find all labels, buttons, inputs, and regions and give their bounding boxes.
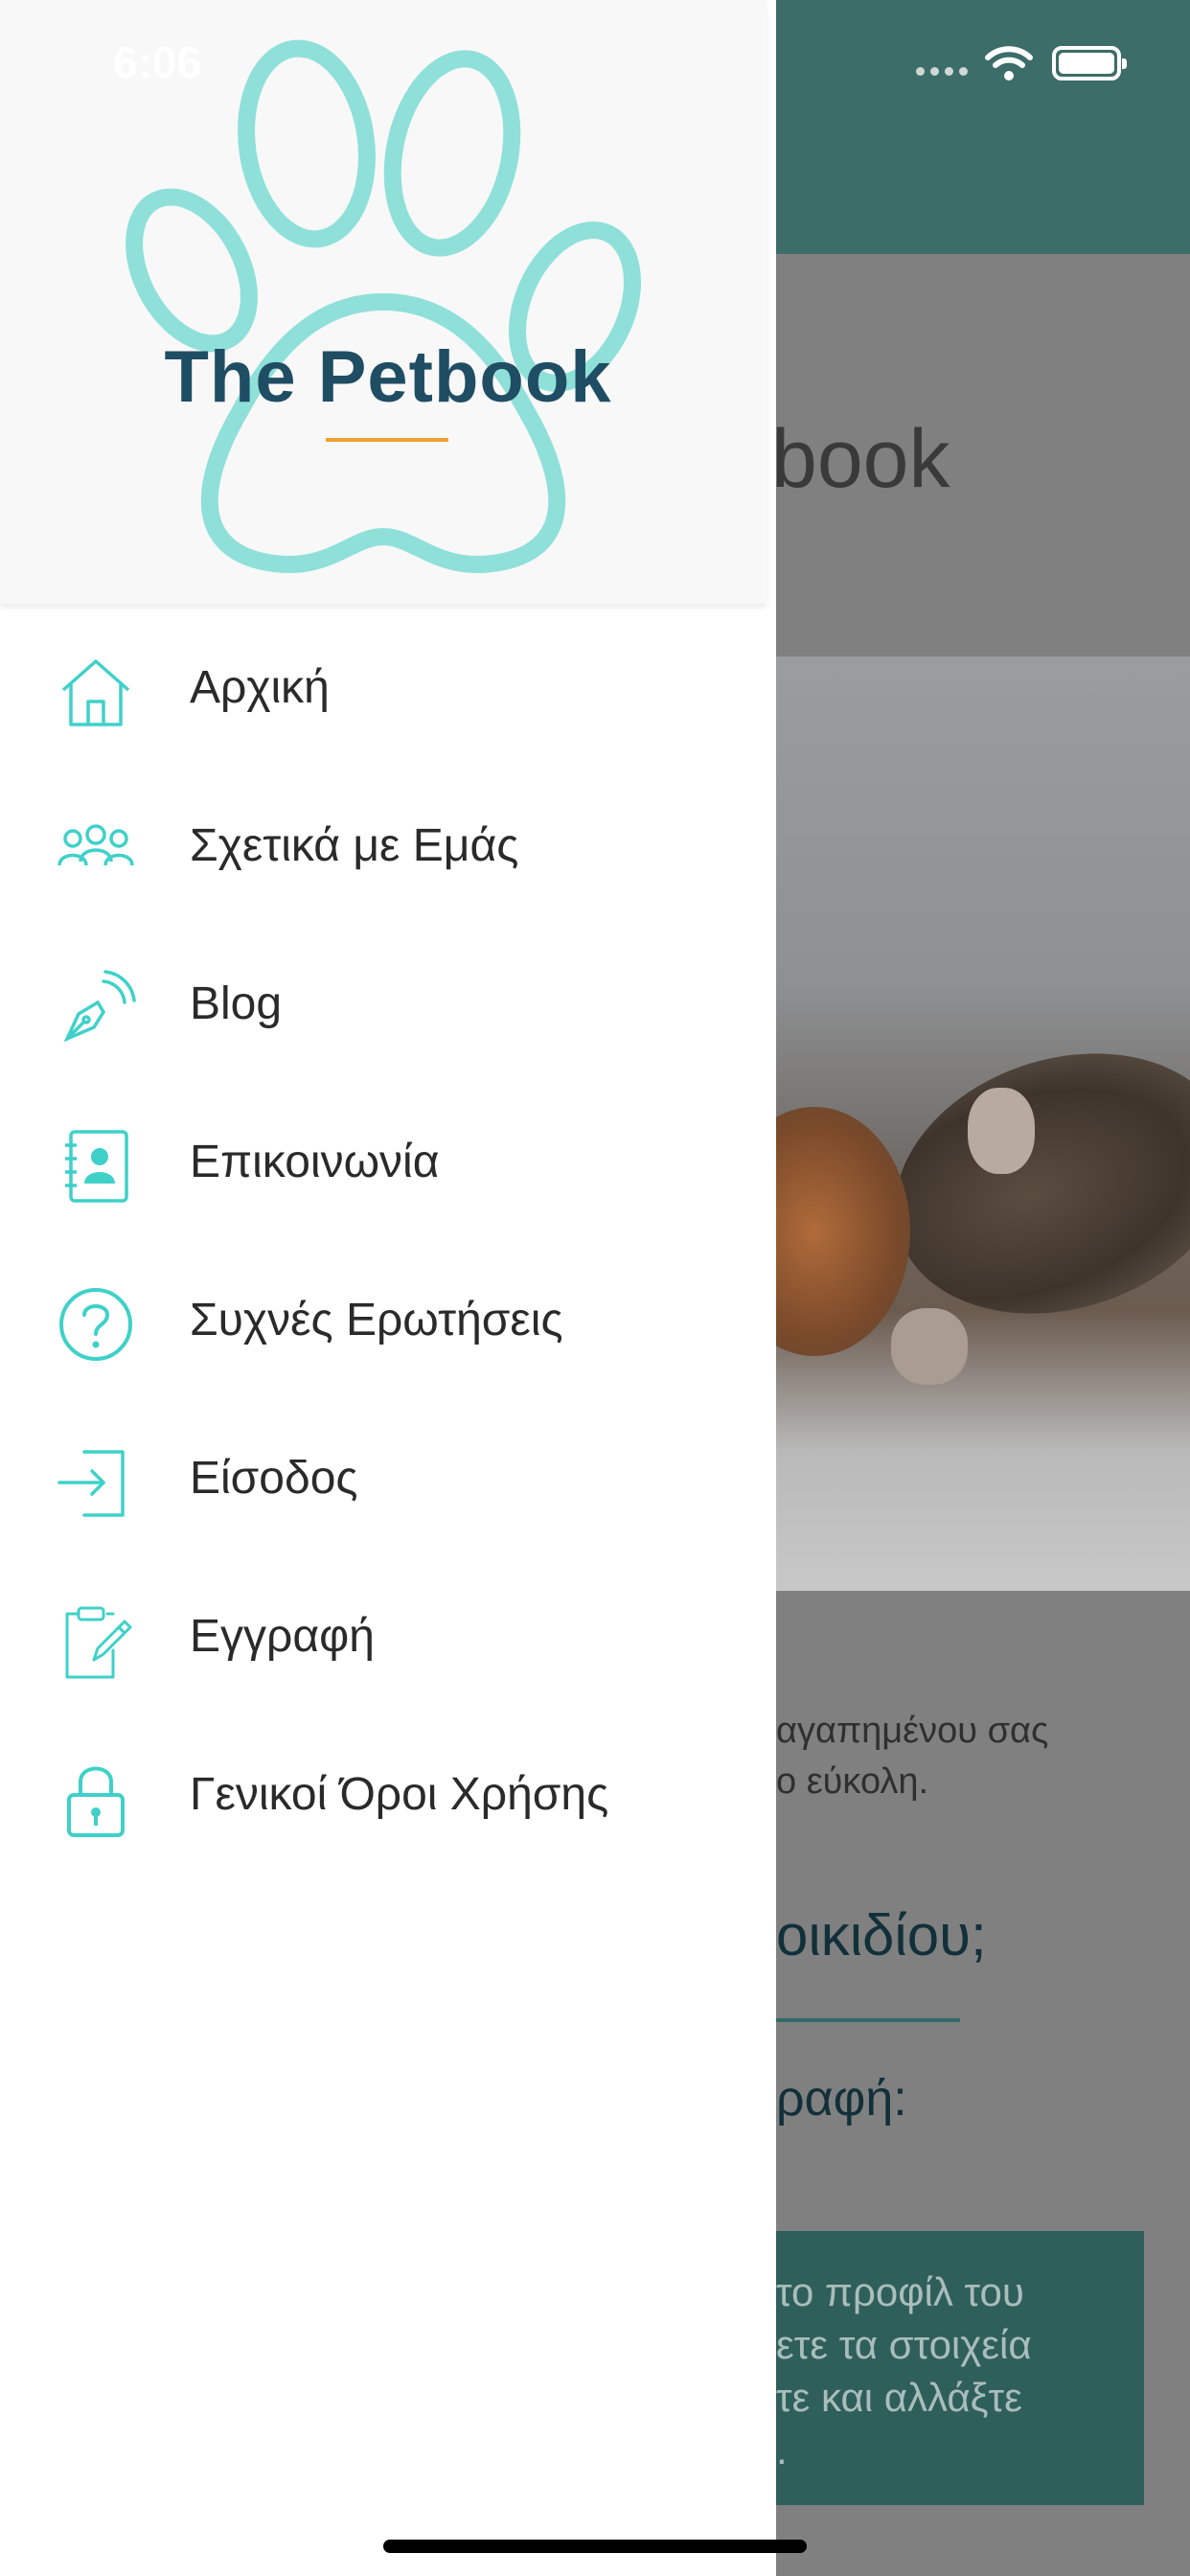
cat-photo: [776, 656, 1190, 1591]
menu-item-label: Είσοδος: [190, 1453, 358, 1504]
menu-item-label: Γενικοί Όροι Χρήσης: [190, 1769, 609, 1820]
brand-underline: [326, 438, 448, 442]
drawer-menu: Αρχική Σχετικά με Εμάς Blog Επικοινωνία …: [0, 613, 776, 1878]
menu-item-label: Συχνές Ερωτήσεις: [190, 1295, 563, 1346]
info-card-line: το προφίλ του: [776, 2269, 1024, 2314]
menu-item-contact[interactable]: Επικοινωνία: [0, 1088, 776, 1246]
heading-divider: [776, 2018, 960, 2022]
users-icon: [56, 810, 136, 890]
menu-item-label: Blog: [190, 978, 283, 1029]
menu-item-label: Σχετικά με Εμάς: [190, 820, 519, 871]
lock-icon: [56, 1759, 136, 1839]
brand-name: The Petbook: [164, 336, 612, 418]
menu-item-label: Επικοινωνία: [190, 1137, 440, 1187]
info-card-line: τε και αλλάξτε: [776, 2375, 1022, 2420]
paw-logo-icon: [126, 39, 642, 574]
section-heading: οικιδίου;: [776, 1903, 987, 1967]
drawer-header: 6:06 The Petbook: [0, 0, 767, 604]
menu-item-home[interactable]: Αρχική: [0, 613, 776, 771]
info-card-line: .: [776, 2427, 788, 2472]
menu-item-login[interactable]: Είσοδος: [0, 1404, 776, 1562]
navigation-drawer: 6:06 The Petbook Αρχική Σχετικά με Εμάς: [0, 0, 776, 2576]
status-time: 6:06: [113, 37, 202, 87]
menu-item-register[interactable]: Εγγραφή: [0, 1562, 776, 1720]
menu-item-label: Αρχική: [190, 662, 330, 713]
page-title: book: [771, 413, 950, 505]
intro-text-line: αγαπημένου σας: [776, 1711, 1049, 1751]
menu-item-label: Εγγραφή: [190, 1611, 375, 1662]
menu-item-blog[interactable]: Blog: [0, 930, 776, 1088]
menu-item-faq[interactable]: Συχνές Ερωτήσεις: [0, 1246, 776, 1404]
info-card: το προφίλ του ετε τα στοιχεία τε και αλλ…: [776, 2231, 1144, 2505]
intro-text-line: ο εύκολη.: [776, 1761, 929, 1802]
cellular-signal-icon: [916, 63, 975, 76]
wifi-icon: [985, 44, 1033, 82]
question-circle-icon: [56, 1284, 136, 1365]
contact-book-icon: [56, 1126, 136, 1207]
info-card-line: ετε τα στοιχεία: [776, 2322, 1032, 2367]
battery-icon: [1052, 46, 1127, 80]
section-subheading: ραφή:: [776, 2071, 907, 2127]
menu-item-about[interactable]: Σχετικά με Εμάς: [0, 771, 776, 930]
home-icon: [56, 652, 136, 732]
pen-broadcast-icon: [56, 968, 136, 1048]
clipboard-edit-icon: [56, 1600, 136, 1681]
login-icon: [56, 1442, 136, 1523]
menu-item-terms[interactable]: Γενικοί Όροι Χρήσης: [0, 1720, 776, 1878]
home-indicator[interactable]: [383, 2540, 807, 2553]
